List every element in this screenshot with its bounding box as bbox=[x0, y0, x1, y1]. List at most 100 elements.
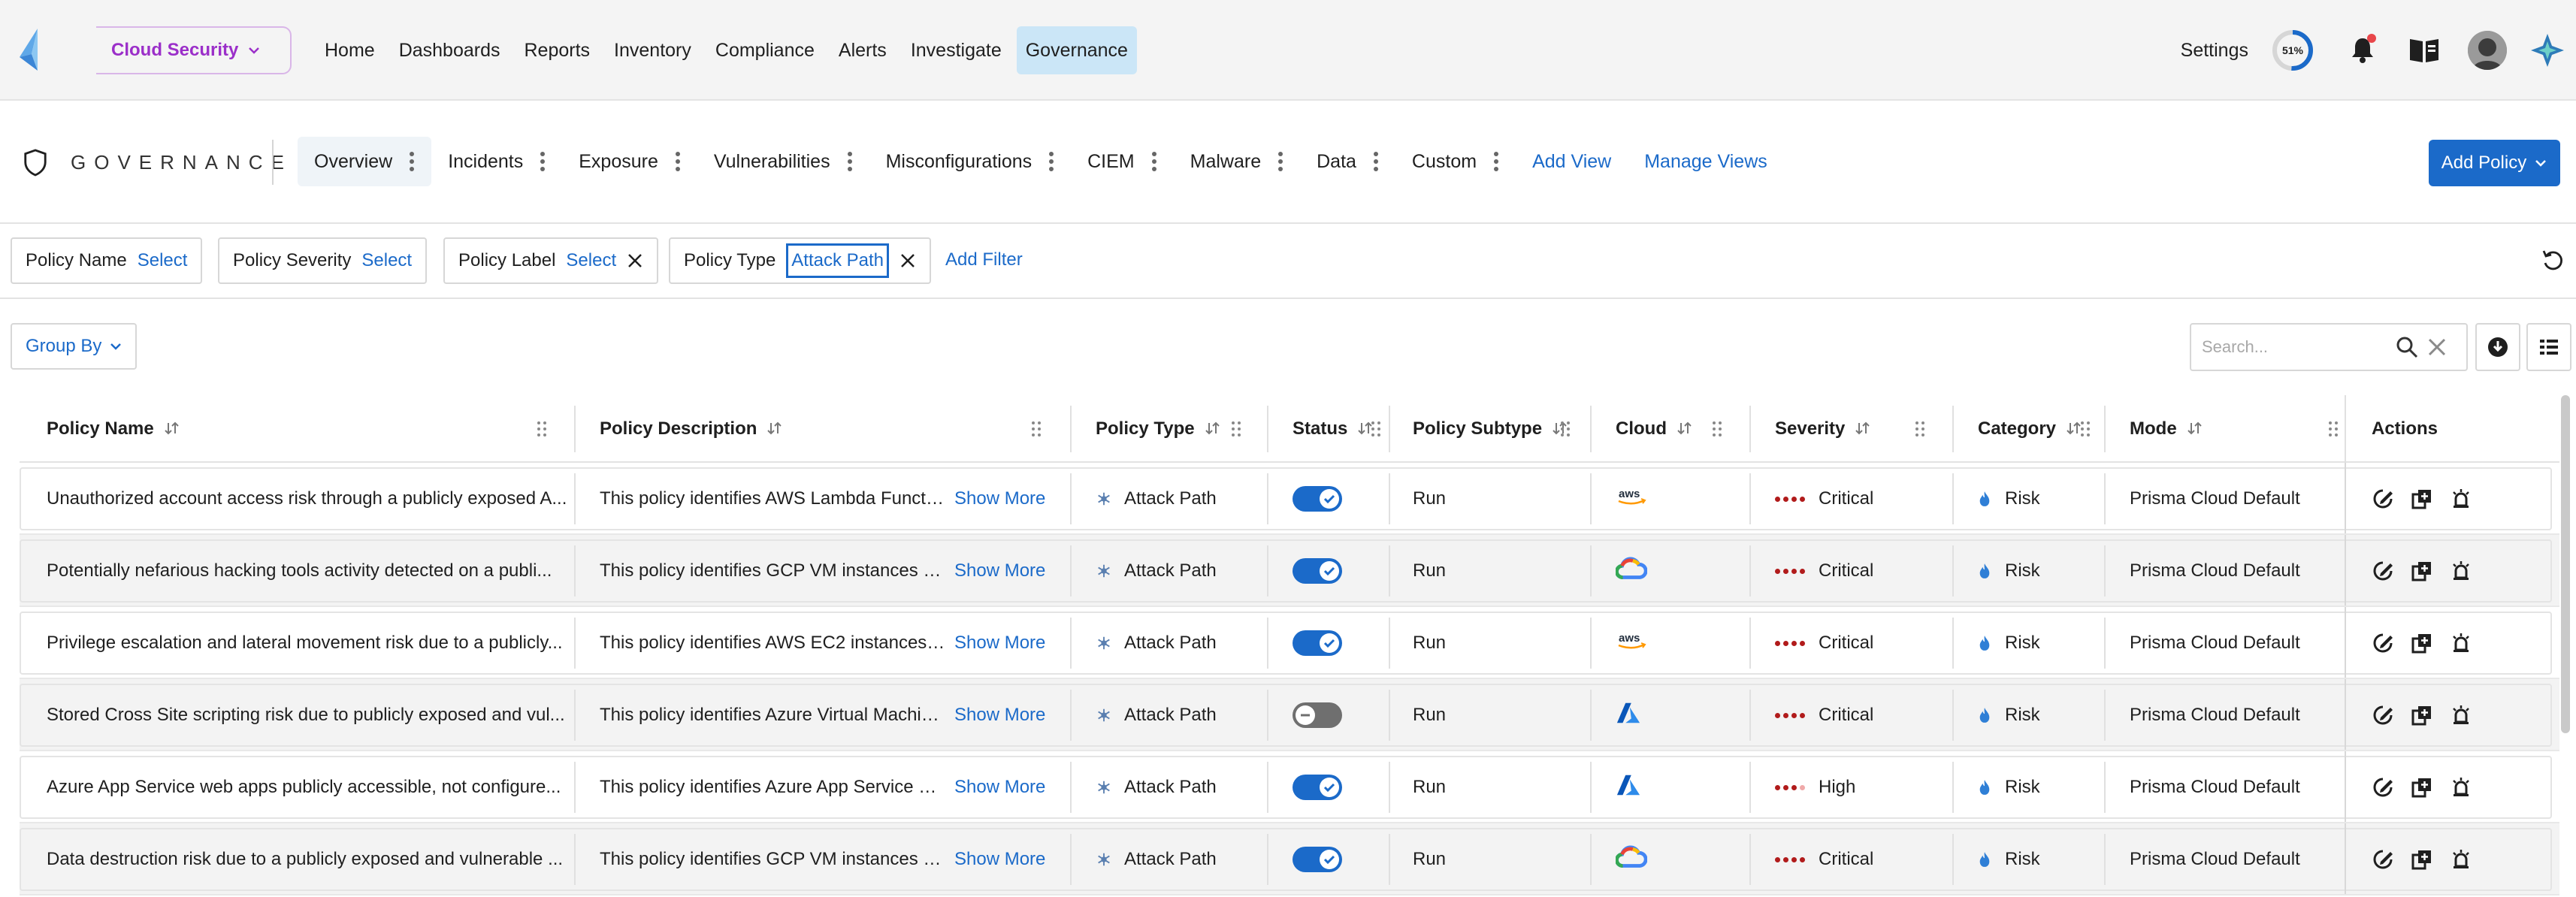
tab-custom[interactable]: Custom bbox=[1395, 137, 1516, 186]
filter-policy-severity[interactable]: Policy Severity Select bbox=[218, 237, 428, 284]
clone-icon[interactable] bbox=[2411, 488, 2433, 510]
nav-alerts[interactable]: Alerts bbox=[830, 26, 896, 74]
edit-icon[interactable] bbox=[2372, 848, 2394, 871]
sort-icon[interactable] bbox=[163, 420, 181, 438]
filter-value[interactable]: Select bbox=[566, 250, 616, 271]
vertical-scrollbar[interactable] bbox=[2561, 395, 2570, 733]
group-by-button[interactable]: Group By bbox=[11, 323, 137, 370]
column-divider[interactable] bbox=[1749, 406, 1751, 452]
alert-rule-icon[interactable] bbox=[2450, 848, 2472, 871]
column-header-cloud[interactable]: Cloud bbox=[1616, 395, 1694, 463]
close-icon[interactable] bbox=[899, 252, 916, 269]
sort-icon[interactable] bbox=[1854, 420, 1872, 438]
tab-malware[interactable]: Malware bbox=[1174, 137, 1300, 186]
close-icon[interactable] bbox=[627, 252, 643, 269]
table-row[interactable]: Unauthorized account access risk through… bbox=[20, 463, 2559, 535]
drag-handle-icon[interactable] bbox=[1915, 420, 1925, 438]
table-row[interactable]: Azure App Service web apps publicly acce… bbox=[20, 751, 2559, 823]
docs-button[interactable] bbox=[2406, 32, 2442, 68]
column-divider[interactable] bbox=[1070, 406, 1072, 452]
filter-value[interactable]: Attack Path bbox=[786, 243, 890, 278]
tab-misconfigurations[interactable]: Misconfigurations bbox=[869, 137, 1072, 186]
show-more-link[interactable]: Show More bbox=[954, 560, 1045, 581]
clone-icon[interactable] bbox=[2411, 848, 2433, 871]
more-vertical-icon[interactable] bbox=[1048, 151, 1054, 172]
settings-link[interactable]: Settings bbox=[2181, 40, 2248, 62]
table-row[interactable]: Privilege escalation and lateral movemen… bbox=[20, 607, 2559, 679]
cell-policy-name[interactable]: Potentially nefarious hacking tools acti… bbox=[47, 535, 573, 607]
show-more-link[interactable]: Show More bbox=[954, 777, 1045, 798]
drag-handle-icon[interactable] bbox=[537, 420, 547, 438]
nav-investigate[interactable]: Investigate bbox=[902, 26, 1011, 74]
add-view-link[interactable]: Add View bbox=[1516, 137, 1628, 186]
more-vertical-icon[interactable] bbox=[1493, 151, 1499, 172]
alert-rule-icon[interactable] bbox=[2450, 704, 2472, 726]
more-vertical-icon[interactable] bbox=[409, 151, 415, 172]
edit-icon[interactable] bbox=[2372, 704, 2394, 726]
cell-policy-name[interactable]: Azure App Service web apps publicly acce… bbox=[47, 751, 573, 823]
drag-handle-icon[interactable] bbox=[1560, 420, 1571, 438]
tab-incidents[interactable]: Incidents bbox=[431, 137, 562, 186]
notifications-button[interactable] bbox=[2345, 32, 2381, 68]
more-vertical-icon[interactable] bbox=[1373, 151, 1379, 172]
sort-icon[interactable] bbox=[2186, 420, 2204, 438]
more-vertical-icon[interactable] bbox=[847, 151, 853, 172]
show-more-link[interactable]: Show More bbox=[954, 849, 1045, 870]
more-vertical-icon[interactable] bbox=[1277, 151, 1283, 172]
tab-overview[interactable]: Overview bbox=[298, 137, 432, 186]
sort-icon[interactable] bbox=[766, 420, 784, 438]
status-toggle[interactable] bbox=[1293, 558, 1342, 584]
cell-policy-name[interactable]: Data destruction risk due to a publicly … bbox=[47, 823, 573, 895]
status-toggle[interactable] bbox=[1293, 486, 1342, 512]
clone-icon[interactable] bbox=[2411, 704, 2433, 726]
nav-governance[interactable]: Governance bbox=[1016, 26, 1137, 74]
drag-handle-icon[interactable] bbox=[1031, 420, 1042, 438]
drag-handle-icon[interactable] bbox=[2328, 420, 2339, 438]
drag-handle-icon[interactable] bbox=[2080, 420, 2091, 438]
search-icon[interactable] bbox=[2394, 334, 2420, 360]
column-header-status[interactable]: Status bbox=[1293, 395, 1374, 463]
cell-policy-name[interactable]: Unauthorized account access risk through… bbox=[47, 463, 573, 535]
status-toggle[interactable] bbox=[1293, 775, 1342, 800]
clone-icon[interactable] bbox=[2411, 632, 2433, 654]
column-header-mode[interactable]: Mode bbox=[2130, 395, 2204, 463]
filter-policy-label[interactable]: Policy Label Select bbox=[443, 237, 659, 284]
column-header-policy-subtype[interactable]: Policy Subtype bbox=[1413, 395, 1569, 463]
clone-icon[interactable] bbox=[2411, 776, 2433, 799]
nav-inventory[interactable]: Inventory bbox=[605, 26, 700, 74]
table-row[interactable]: Data destruction risk due to a publicly … bbox=[20, 823, 2559, 895]
tab-data[interactable]: Data bbox=[1300, 137, 1395, 186]
avatar[interactable] bbox=[2468, 31, 2507, 70]
column-header-policy-type[interactable]: Policy Type bbox=[1096, 395, 1222, 463]
sort-icon[interactable] bbox=[1204, 420, 1222, 438]
filter-policy-name[interactable]: Policy Name Select bbox=[11, 237, 203, 284]
drag-handle-icon[interactable] bbox=[1371, 420, 1381, 438]
edit-icon[interactable] bbox=[2372, 560, 2394, 582]
column-divider[interactable] bbox=[1389, 406, 1390, 452]
sort-icon[interactable] bbox=[1676, 420, 1694, 438]
add-policy-button[interactable]: Add Policy bbox=[2429, 140, 2560, 186]
filter-value[interactable]: Select bbox=[138, 250, 188, 271]
nav-compliance[interactable]: Compliance bbox=[706, 26, 824, 74]
tab-vulnerabilities[interactable]: Vulnerabilities bbox=[697, 137, 869, 186]
manage-views-link[interactable]: Manage Views bbox=[1628, 137, 1784, 186]
column-divider[interactable] bbox=[574, 406, 576, 452]
column-divider[interactable] bbox=[1267, 406, 1268, 452]
edit-icon[interactable] bbox=[2372, 776, 2394, 799]
edit-icon[interactable] bbox=[2372, 488, 2394, 510]
status-toggle[interactable] bbox=[1293, 847, 1342, 872]
show-more-link[interactable]: Show More bbox=[954, 705, 1045, 726]
tab-exposure[interactable]: Exposure bbox=[562, 137, 697, 186]
prisma-logo-icon[interactable] bbox=[15, 27, 54, 72]
show-more-link[interactable]: Show More bbox=[954, 488, 1045, 509]
nav-dashboards[interactable]: Dashboards bbox=[390, 26, 509, 74]
column-header-severity[interactable]: Severity bbox=[1775, 395, 1872, 463]
status-toggle[interactable] bbox=[1293, 630, 1342, 656]
tab-ciem[interactable]: CIEM bbox=[1071, 137, 1174, 186]
drag-handle-icon[interactable] bbox=[1231, 420, 1241, 438]
alert-rule-icon[interactable] bbox=[2450, 632, 2472, 654]
filter-value[interactable]: Select bbox=[361, 250, 412, 271]
column-header-category[interactable]: Category bbox=[1978, 395, 2083, 463]
column-settings-button[interactable] bbox=[2526, 323, 2571, 371]
column-divider[interactable] bbox=[1590, 406, 1592, 452]
